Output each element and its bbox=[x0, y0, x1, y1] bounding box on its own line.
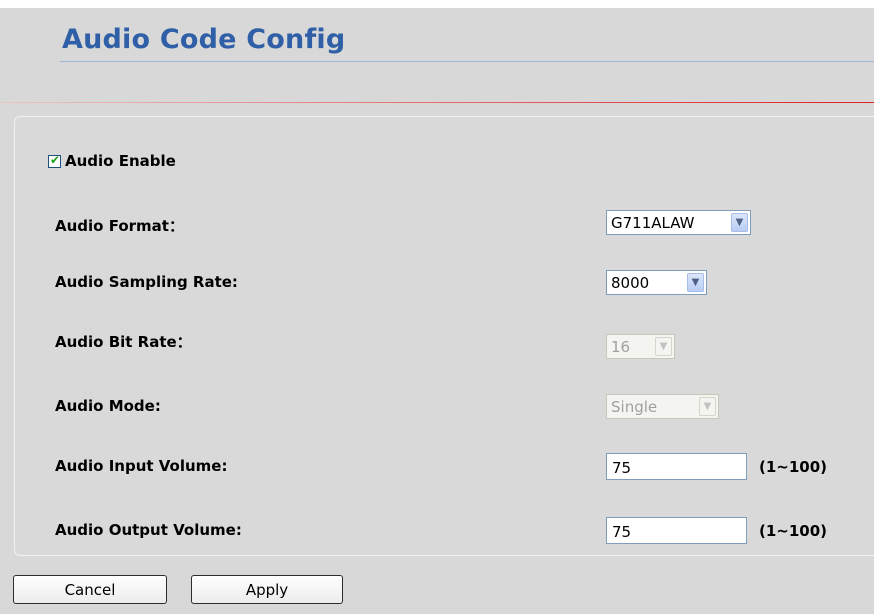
audio-format-label: Audio Format： bbox=[55, 217, 184, 235]
bit-rate-select: 16 ▼ bbox=[606, 334, 675, 359]
audio-enable-label: Audio Enable bbox=[65, 152, 176, 170]
output-volume-label: Audio Output Volume: bbox=[55, 521, 242, 539]
input-volume-range: (1~100) bbox=[759, 458, 828, 476]
sampling-rate-label: Audio Sampling Rate: bbox=[55, 273, 238, 291]
audio-enable-checkbox[interactable]: ✔ bbox=[48, 152, 61, 168]
audio-format-value: G711ALAW bbox=[611, 213, 695, 232]
output-volume-field[interactable]: 75 bbox=[606, 517, 747, 544]
chevron-down-icon: ▼ bbox=[699, 397, 716, 416]
checkmark-icon: ✔ bbox=[50, 152, 61, 167]
bit-rate-label: Audio Bit Rate： bbox=[55, 333, 192, 351]
chevron-down-icon: ▼ bbox=[655, 337, 672, 356]
bit-rate-value: 16 bbox=[611, 337, 631, 356]
audio-mode-select: Single ▼ bbox=[606, 394, 719, 419]
audio-format-select[interactable]: G711ALAW ▼ bbox=[606, 210, 751, 235]
chevron-down-icon[interactable]: ▼ bbox=[731, 213, 748, 232]
input-volume-field[interactable]: 75 bbox=[606, 453, 747, 480]
audio-mode-label: Audio Mode: bbox=[55, 397, 161, 415]
section-divider bbox=[0, 102, 874, 103]
audio-mode-value: Single bbox=[611, 397, 658, 416]
output-volume-range: (1~100) bbox=[759, 522, 828, 540]
cancel-button[interactable]: Cancel bbox=[13, 575, 167, 604]
page-title: Audio Code Config bbox=[62, 24, 346, 55]
sampling-rate-select[interactable]: 8000 ▼ bbox=[606, 270, 707, 295]
apply-button[interactable]: Apply bbox=[191, 575, 343, 604]
input-volume-label: Audio Input Volume: bbox=[55, 457, 228, 475]
chevron-down-icon[interactable]: ▼ bbox=[687, 273, 704, 292]
audio-enable-row[interactable]: ✔ Audio Enable bbox=[48, 152, 176, 170]
sampling-rate-value: 8000 bbox=[611, 273, 650, 292]
title-underline bbox=[60, 61, 874, 62]
